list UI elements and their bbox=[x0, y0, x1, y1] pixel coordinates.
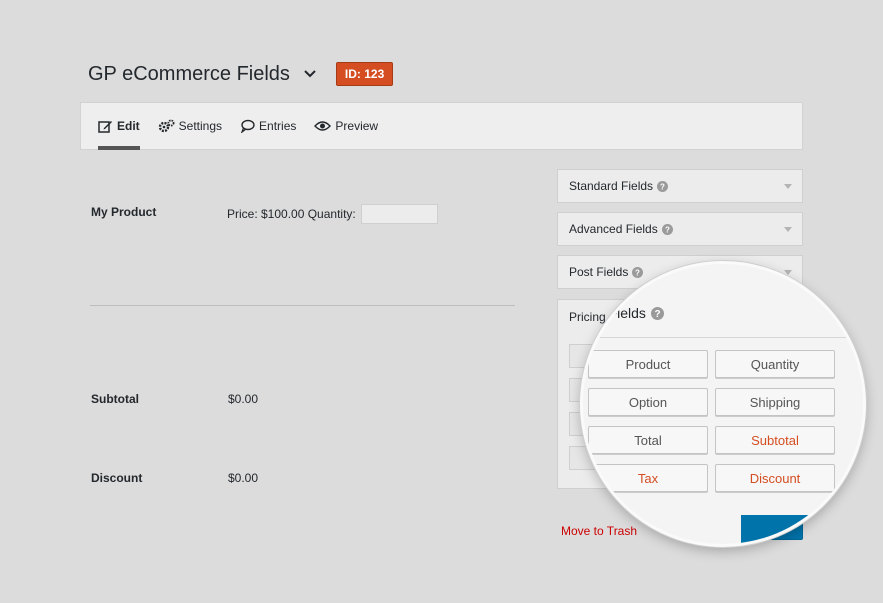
tab-entries-label: Entries bbox=[259, 119, 297, 133]
product-field-label: My Product bbox=[91, 205, 157, 219]
tab-preview-label: Preview bbox=[335, 119, 379, 133]
quantity-input[interactable] bbox=[361, 204, 438, 224]
svg-text:?: ? bbox=[665, 225, 670, 234]
pricing-fields-zoom-heading: ing Fields ? bbox=[586, 305, 664, 321]
tab-settings-label: Settings bbox=[178, 119, 223, 133]
svg-text:?: ? bbox=[660, 182, 665, 191]
edit-icon bbox=[98, 121, 112, 133]
divider bbox=[583, 337, 863, 338]
standard-fields-panel[interactable]: Standard Fields ? bbox=[557, 169, 803, 203]
subtotal-value: $0.00 bbox=[228, 392, 259, 406]
form-header: GP eCommerce Fields ID: 123 bbox=[88, 62, 394, 86]
standard-fields-label: Standard Fields bbox=[569, 179, 654, 193]
help-icon[interactable]: ? bbox=[650, 306, 664, 320]
tab-edit[interactable]: Edit bbox=[98, 103, 140, 150]
pricing-field-buttons: Product Quantity Option Shipping Total S… bbox=[588, 350, 835, 492]
eye-icon bbox=[314, 121, 332, 131]
subtotal-field-label: Subtotal bbox=[91, 392, 139, 406]
product-field-button[interactable]: Product bbox=[588, 350, 708, 378]
tab-preview[interactable]: Preview bbox=[314, 103, 378, 149]
option-field-button[interactable]: Option bbox=[588, 388, 708, 416]
total-field-button[interactable]: Total bbox=[588, 426, 708, 454]
form-title: GP eCommerce Fields bbox=[88, 62, 290, 85]
tab-entries[interactable]: Entries bbox=[240, 103, 296, 149]
shipping-field-button[interactable]: Shipping bbox=[715, 388, 835, 416]
help-icon[interactable]: ? bbox=[661, 223, 673, 235]
advanced-fields-label: Advanced Fields bbox=[569, 222, 658, 236]
section-divider bbox=[90, 305, 515, 306]
pricing-fields-zoom-label: ing Fields bbox=[586, 305, 646, 321]
advanced-fields-panel[interactable]: Advanced Fields ? bbox=[557, 212, 803, 246]
form-toolbar: Edit Settings Entries Preview bbox=[80, 102, 803, 150]
discount-value: $0.00 bbox=[228, 471, 259, 485]
caret-down-icon bbox=[784, 227, 792, 232]
product-price-text: Price: $100.00 Quantity: bbox=[227, 207, 356, 221]
svg-text:?: ? bbox=[654, 309, 660, 320]
update-button-zoomed[interactable] bbox=[741, 515, 861, 544]
tab-edit-label: Edit bbox=[117, 119, 140, 133]
form-id-badge: ID: 123 bbox=[335, 62, 394, 86]
chevron-down-icon[interactable] bbox=[304, 67, 318, 81]
discount-field-label: Discount bbox=[91, 471, 143, 485]
discount-field-button[interactable]: Discount bbox=[715, 464, 835, 492]
subtotal-field-button[interactable]: Subtotal bbox=[715, 426, 835, 454]
speech-bubble-icon bbox=[240, 119, 255, 133]
magnifier-callout: ing Fields ? Product Quantity Option Shi… bbox=[580, 261, 866, 547]
tax-field-button[interactable]: Tax bbox=[588, 464, 708, 492]
help-icon[interactable]: ? bbox=[657, 180, 669, 192]
quantity-field-button[interactable]: Quantity bbox=[715, 350, 835, 378]
gears-icon bbox=[158, 119, 175, 132]
caret-down-icon bbox=[784, 184, 792, 189]
tab-settings[interactable]: Settings bbox=[158, 103, 222, 149]
